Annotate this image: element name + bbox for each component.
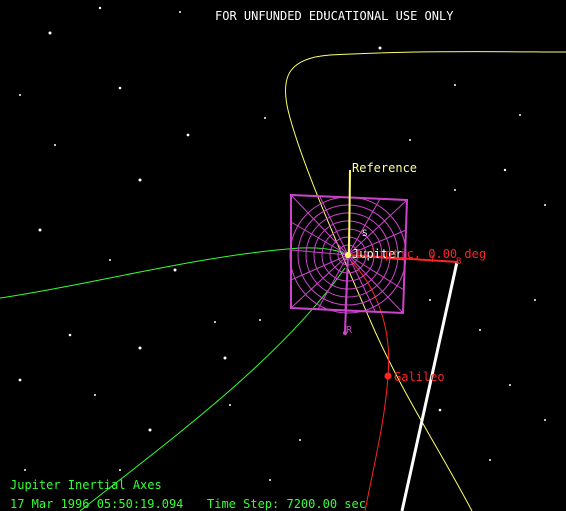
star: [179, 11, 181, 13]
star: [94, 394, 96, 396]
star: [534, 299, 536, 301]
star: [489, 459, 491, 461]
star: [54, 144, 56, 146]
star: [299, 439, 301, 441]
reference-axis-line: [348, 169, 351, 256]
reference-frame-label: Jupiter Inertial Axes: [10, 478, 162, 492]
reference-label: Reference: [352, 161, 417, 175]
star: [259, 319, 261, 321]
orbit-scene: Reference Jupiter Ecliptic, 0.00 deg Gal…: [0, 6, 566, 511]
star: [409, 139, 411, 141]
galileo-dot-icon[interactable]: [384, 372, 392, 380]
epoch-timestamp: 17 Mar 1996 05:50:19.094: [10, 497, 184, 511]
star: [118, 86, 122, 90]
angle-label: Ecliptic, 0.00 deg: [356, 247, 486, 261]
star: [38, 228, 42, 232]
star: [98, 6, 102, 10]
star: [186, 133, 190, 137]
star: [544, 419, 546, 421]
star: [438, 408, 442, 412]
star: [138, 178, 142, 182]
star: [269, 479, 271, 481]
jupiter-orbit-path: [284, 51, 566, 511]
star: [223, 356, 227, 360]
star: [479, 329, 481, 331]
star: [454, 189, 456, 191]
green-orbit-path: [0, 247, 347, 299]
star: [48, 31, 52, 35]
3d-viewport[interactable]: Reference Jupiter Ecliptic, 0.00 deg Gal…: [0, 0, 566, 511]
star: [24, 469, 26, 471]
star: [264, 117, 266, 119]
star: [109, 259, 111, 261]
jupiter-icon[interactable]: [345, 252, 351, 258]
r-axis-label: R: [346, 325, 353, 336]
star: [138, 346, 142, 350]
galileo-label: Galileo: [394, 370, 445, 384]
star: [173, 268, 177, 272]
star: [119, 469, 121, 471]
star: [214, 321, 216, 323]
star: [503, 168, 507, 172]
green-orbit-lower: [79, 267, 346, 511]
star: [429, 299, 431, 301]
star: [519, 114, 521, 116]
star: [229, 404, 231, 406]
star: [454, 84, 456, 86]
b-axis-label: B: [456, 257, 461, 267]
star: [19, 94, 21, 96]
t-axis-label: T: [430, 255, 436, 265]
star-field: [18, 6, 546, 481]
time-step-readout: Time Step: 7200.00 sec: [207, 497, 366, 511]
star: [509, 384, 511, 386]
s-axis-label: S: [362, 229, 367, 239]
star: [544, 204, 546, 206]
star: [378, 46, 382, 50]
star: [18, 378, 22, 382]
star: [148, 428, 152, 432]
license-banner: FOR UNFUNDED EDUCATIONAL USE ONLY: [215, 9, 454, 23]
star: [68, 333, 72, 337]
